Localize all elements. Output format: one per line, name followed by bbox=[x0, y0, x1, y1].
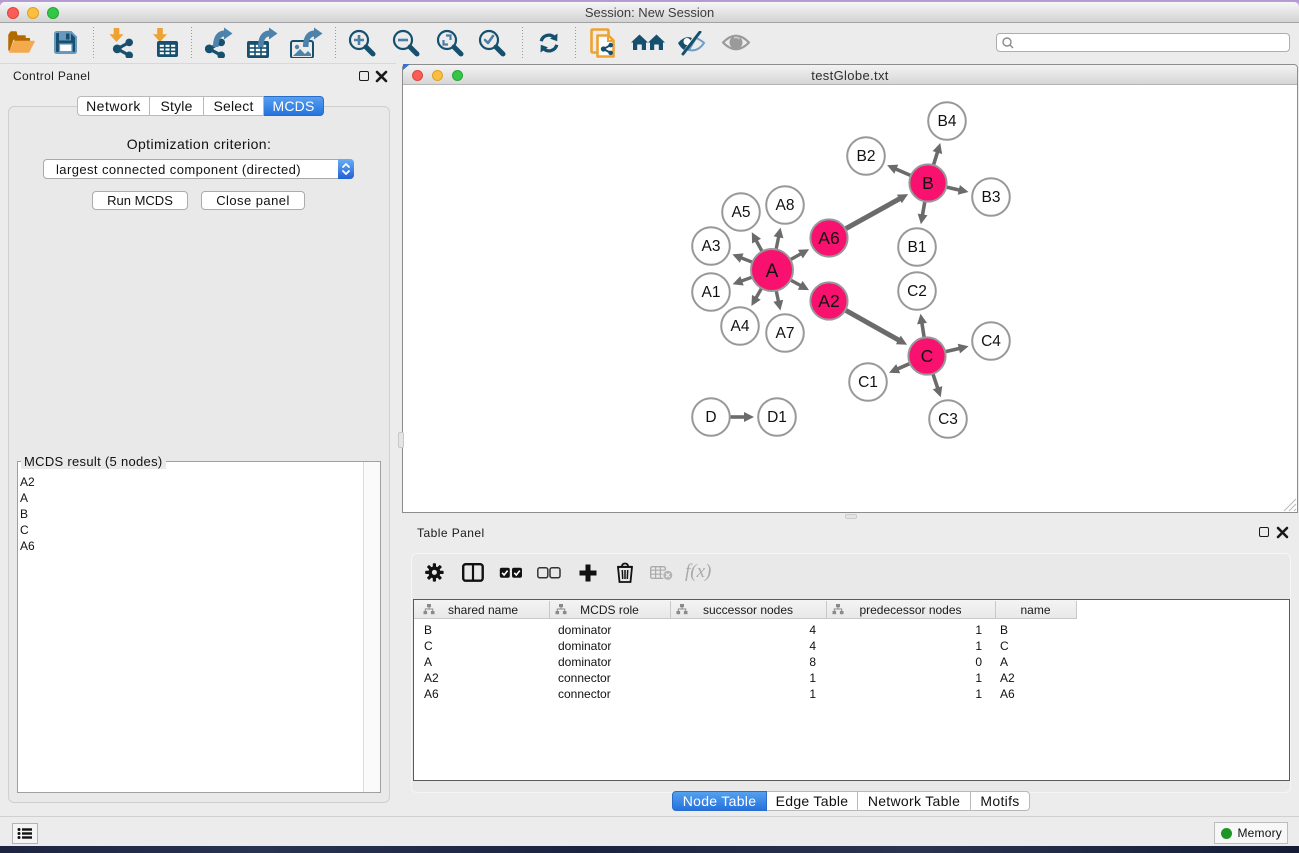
svg-text:A: A bbox=[766, 261, 779, 282]
svg-text:C1: C1 bbox=[858, 374, 878, 391]
svg-text:D1: D1 bbox=[767, 409, 787, 426]
svg-text:C4: C4 bbox=[981, 333, 1001, 350]
svg-text:B2: B2 bbox=[857, 148, 876, 165]
svg-text:A5: A5 bbox=[732, 204, 751, 221]
svg-text:B3: B3 bbox=[982, 189, 1001, 206]
svg-text:A1: A1 bbox=[702, 284, 721, 301]
svg-text:C3: C3 bbox=[938, 411, 958, 428]
svg-text:A8: A8 bbox=[776, 197, 795, 214]
svg-text:A3: A3 bbox=[702, 238, 721, 255]
svg-text:B1: B1 bbox=[908, 239, 927, 256]
svg-text:A6: A6 bbox=[818, 228, 839, 248]
svg-text:B: B bbox=[922, 173, 934, 193]
svg-text:A2: A2 bbox=[818, 291, 839, 311]
svg-text:D: D bbox=[705, 409, 716, 426]
svg-text:B4: B4 bbox=[938, 113, 957, 130]
svg-text:A7: A7 bbox=[776, 325, 795, 342]
svg-text:A4: A4 bbox=[731, 318, 750, 335]
svg-text:C: C bbox=[921, 346, 934, 366]
svg-text:C2: C2 bbox=[907, 283, 927, 300]
